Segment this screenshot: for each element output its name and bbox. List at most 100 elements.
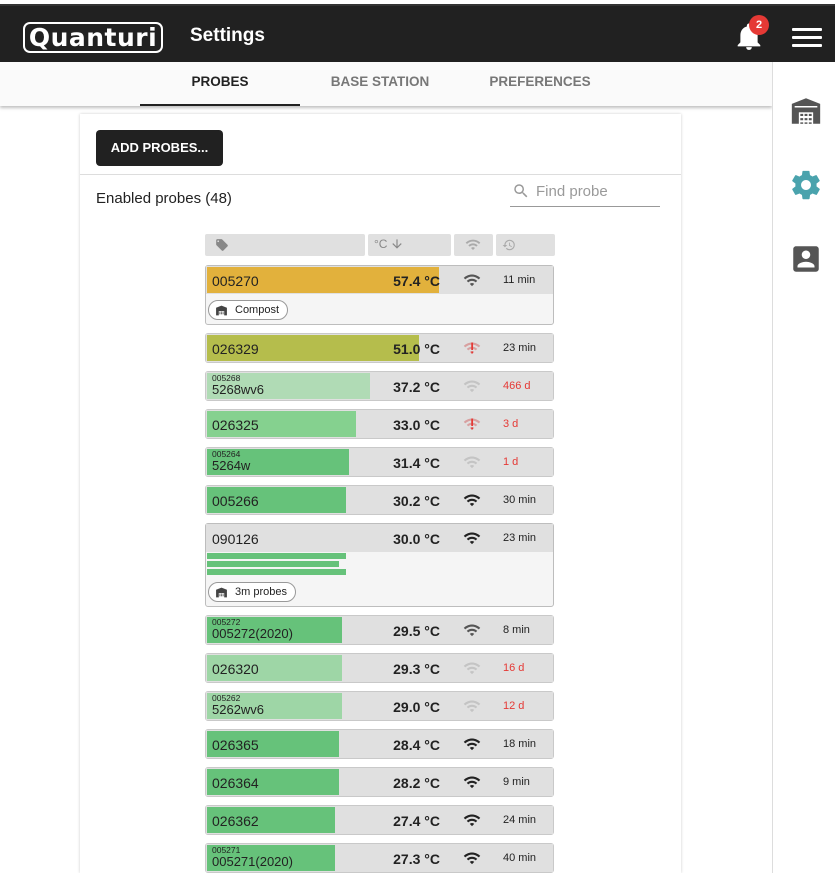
history-icon <box>502 239 515 251</box>
tab-probes[interactable]: PROBES <box>140 62 300 106</box>
arrow-down-icon <box>392 239 402 249</box>
probe-row[interactable]: 005268 5268wv6 37.2 °C 466 d <box>205 371 554 401</box>
signal-strong-icon <box>463 852 481 865</box>
probe-main: 005272 005272(2020) 29.5 °C 8 min <box>206 616 553 644</box>
probe-id: 026365 <box>212 737 259 753</box>
hamburger-menu-icon[interactable] <box>792 28 822 52</box>
signal-strong-icon <box>463 624 481 637</box>
probe-main: 026364 28.2 °C 9 min <box>206 768 553 796</box>
probes-card: ADD PROBES... Enabled probes (48) °C 005… <box>80 114 681 873</box>
signal-strong-icon <box>463 776 481 789</box>
signal-column-header[interactable] <box>454 234 493 256</box>
add-probes-button[interactable]: ADD PROBES... <box>96 130 223 166</box>
probe-row[interactable]: 026364 28.2 °C 9 min <box>205 767 554 797</box>
probe-row[interactable]: 090126 30.0 °C 23 min 3m probes <box>205 523 554 607</box>
probe-temperature: 29.3 °C <box>393 661 440 677</box>
probe-last-seen: 11 min <box>503 274 536 286</box>
probe-row[interactable]: 005264 5264w 31.4 °C 1 d <box>205 447 554 477</box>
probe-main: 026320 29.3 °C 16 d <box>206 654 553 682</box>
probe-name: 005271(2020) <box>212 854 293 869</box>
probe-last-seen: 16 d <box>503 662 525 674</box>
probe-temperature: 29.0 °C <box>393 699 440 715</box>
signal-strong-icon <box>463 274 481 287</box>
probe-id: 026364 <box>212 775 259 791</box>
enabled-probes-label: Enabled probes (48) <box>96 190 232 207</box>
probe-last-seen: 9 min <box>503 776 530 788</box>
temperature-column-header[interactable]: °C <box>368 234 451 256</box>
probe-last-seen: 3 d <box>503 418 519 430</box>
notification-badge[interactable]: 2 <box>749 15 769 35</box>
probe-id: 005270 <box>212 273 259 289</box>
signal-alert-icon <box>463 418 481 431</box>
probe-main: 026365 28.4 °C 18 min <box>206 730 553 758</box>
probe-group-chip[interactable]: 3m probes <box>208 582 296 602</box>
probe-temperature: 27.4 °C <box>393 813 440 829</box>
probe-row[interactable]: 026325 33.0 °C 3 d <box>205 409 554 439</box>
probe-temperature: 37.2 °C <box>393 379 440 395</box>
tab-base-station[interactable]: BASE STATION <box>300 62 460 106</box>
probe-row[interactable]: 005271 005271(2020) 27.3 °C 40 min <box>205 843 554 873</box>
depth-level-bar <box>207 553 346 559</box>
probe-row[interactable]: 005262 5262wv6 29.0 °C 12 d <box>205 691 554 721</box>
signal-weak-icon <box>463 700 481 713</box>
probe-main: 005271 005271(2020) 27.3 °C 40 min <box>206 844 553 872</box>
probe-group-chip[interactable]: Compost <box>208 300 289 320</box>
probe-temperature: 28.2 °C <box>393 775 440 791</box>
probe-row[interactable]: 026320 29.3 °C 16 d <box>205 653 554 683</box>
probe-last-seen: 8 min <box>503 624 530 636</box>
account-box-icon[interactable] <box>789 242 823 276</box>
signal-strong-icon <box>463 814 481 827</box>
probe-temperature: 28.4 °C <box>393 737 440 753</box>
warehouse-icon[interactable] <box>789 94 823 128</box>
probe-main: 005266 30.2 °C 30 min <box>206 486 553 514</box>
probe-last-seen: 12 d <box>503 700 525 712</box>
probe-temperature: 30.2 °C <box>393 493 440 509</box>
probe-id: 026362 <box>212 813 259 829</box>
find-probe-field[interactable] <box>510 176 660 207</box>
probe-main: 005264 5264w 31.4 °C 1 d <box>206 448 553 476</box>
age-column-header[interactable] <box>496 234 555 256</box>
probe-last-seen: 30 min <box>503 494 537 506</box>
card-divider <box>80 174 681 175</box>
signal-strong-icon <box>463 532 481 545</box>
signal-weak-icon <box>463 662 481 675</box>
signal-strong-icon <box>463 738 481 751</box>
probe-row[interactable]: 026329 51.0 °C 23 min <box>205 333 554 363</box>
probe-last-seen: 466 d <box>503 380 531 392</box>
probe-main: 026362 27.4 °C 24 min <box>206 806 553 834</box>
probe-row[interactable]: 005270 57.4 °C 11 min Compost <box>205 265 554 325</box>
probe-row[interactable]: 005272 005272(2020) 29.5 °C 8 min <box>205 615 554 645</box>
tag-column-header[interactable] <box>205 234 365 256</box>
tag-icon <box>216 239 228 251</box>
quanturi-logo[interactable]: Quanturi <box>23 22 163 53</box>
probe-name: 5268wv6 <box>212 382 265 397</box>
probe-temperature: 30.0 °C <box>393 531 440 547</box>
probe-temperature: 33.0 °C <box>393 417 440 433</box>
probe-id: 005266 <box>212 493 259 509</box>
warehouse-icon <box>216 587 227 598</box>
probe-name: 005272(2020) <box>212 626 293 641</box>
probe-name: 5262wv6 <box>212 702 265 717</box>
probe-last-seen: 18 min <box>503 738 537 750</box>
search-icon <box>514 184 528 198</box>
logo-text: Quanturi <box>25 24 161 51</box>
chip-label: 3m probes <box>235 586 287 598</box>
probe-main: 026325 33.0 °C 3 d <box>206 410 553 438</box>
gear-icon[interactable] <box>789 168 823 202</box>
probe-id: 026329 <box>212 341 259 357</box>
probe-row[interactable]: 026365 28.4 °C 18 min <box>205 729 554 759</box>
tab-preferences[interactable]: PREFERENCES <box>460 62 620 106</box>
probe-main: 005268 5268wv6 37.2 °C 466 d <box>206 372 553 400</box>
chip-label: Compost <box>235 304 280 316</box>
probe-row[interactable]: 026362 27.4 °C 24 min <box>205 805 554 835</box>
probe-main: 005270 57.4 °C 11 min <box>206 266 553 294</box>
probe-temperature: 51.0 °C <box>393 341 440 357</box>
search-input[interactable] <box>536 179 656 203</box>
page-title: Settings <box>190 25 265 46</box>
probe-row[interactable]: 005266 30.2 °C 30 min <box>205 485 554 515</box>
probe-main: 026329 51.0 °C 23 min <box>206 334 553 362</box>
probe-temperature: 31.4 °C <box>393 455 440 471</box>
temp-unit-label: °C <box>374 237 388 251</box>
signal-strong-icon <box>463 494 481 507</box>
depth-level-bar <box>207 561 339 567</box>
